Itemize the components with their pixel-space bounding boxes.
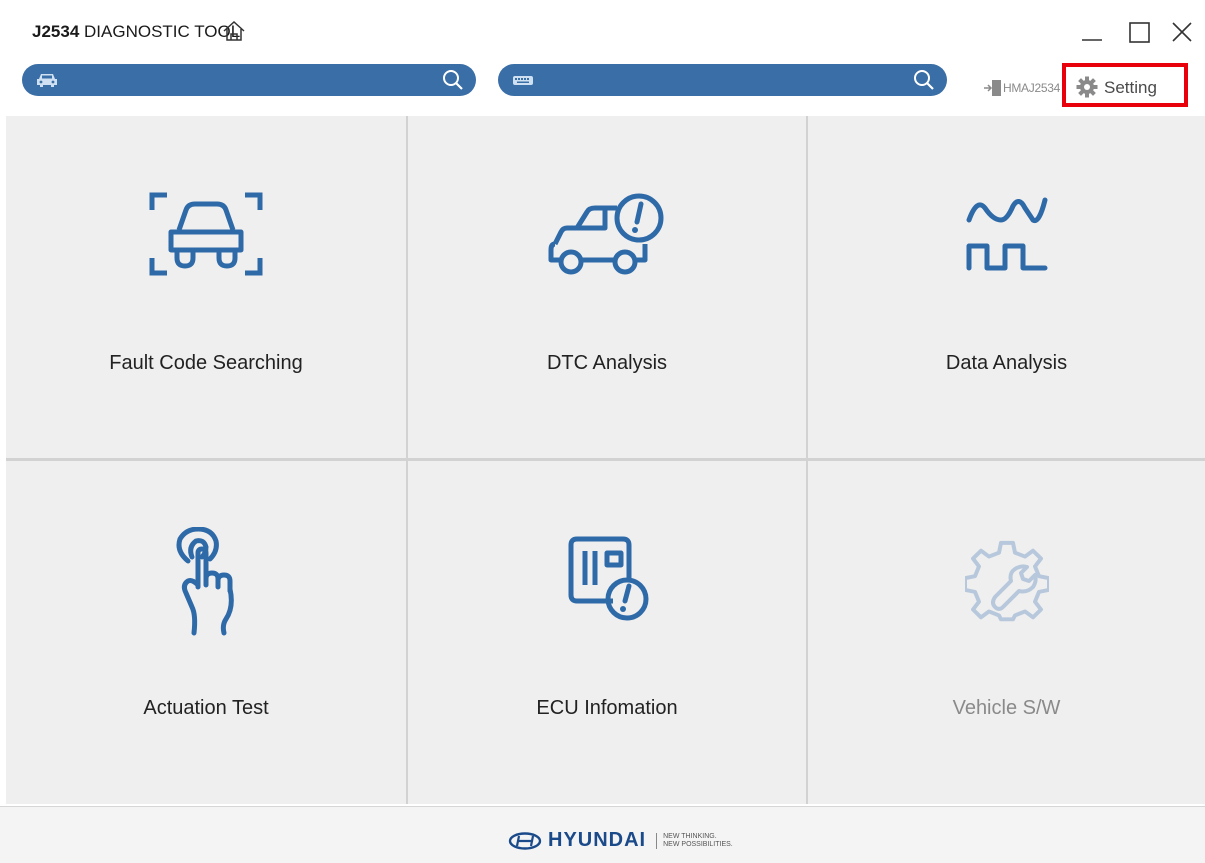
- app-title-rest: DIAGNOSTIC TOOL: [84, 22, 241, 41]
- close-icon[interactable]: [1168, 18, 1196, 46]
- hyundai-logo: HYUNDAI NEW THINKING. NEW POSSIBILITIES.: [508, 829, 733, 852]
- ecu-info-icon: [568, 536, 649, 621]
- tile-label: Actuation Test: [143, 697, 269, 719]
- connection-status[interactable]: HMAJ2534: [983, 77, 1060, 99]
- waveform-icon: [966, 197, 1047, 271]
- tile-label: Data Analysis: [945, 352, 1068, 374]
- tile-ecu-information[interactable]: ECU Infomation: [408, 461, 806, 804]
- setting-label: Setting: [1104, 78, 1157, 97]
- tile-label: ECU Infomation: [536, 697, 678, 719]
- tagline-line-1: NEW THINKING.: [663, 832, 717, 840]
- touch-finger-icon: [176, 527, 234, 636]
- car-warning-icon: [548, 193, 664, 275]
- brand-name: HYUNDAI: [548, 829, 647, 851]
- connection-label: HMAJ2534: [1003, 81, 1060, 95]
- vehicle-search-bar[interactable]: [22, 64, 476, 96]
- tile-label: Vehicle S/W: [952, 697, 1061, 719]
- tile-label: DTC Analysis: [546, 352, 668, 374]
- app-title-bold: J2534: [32, 22, 80, 41]
- title-bar: J2534 DIAGNOSTIC TOOL: [0, 0, 1205, 60]
- keyboard-icon: [513, 76, 533, 85]
- hyundai-emblem-icon: [508, 831, 542, 850]
- minimize-icon[interactable]: [1078, 18, 1106, 46]
- vehicle-search-input[interactable]: [74, 68, 438, 94]
- footer: HYUNDAI NEW THINKING. NEW POSSIBILITIES.: [0, 806, 1205, 863]
- car-icon: [37, 74, 57, 87]
- brand-tagline: NEW THINKING. NEW POSSIBILITIES.: [656, 832, 733, 849]
- tile-label: Fault Code Searching: [109, 352, 303, 374]
- maximize-icon[interactable]: [1126, 18, 1154, 46]
- tagline-line-2: NEW POSSIBILITIES.: [663, 840, 733, 848]
- setting-button[interactable]: Setting: [1062, 63, 1188, 107]
- gear-wrench-icon: [964, 540, 1049, 622]
- tile-dtc-analysis[interactable]: DTC Analysis: [408, 116, 806, 458]
- dtc-search-bar[interactable]: [498, 64, 947, 96]
- device-connect-icon: [984, 80, 1001, 96]
- search-icon[interactable]: [442, 69, 464, 91]
- tile-actuation-test[interactable]: Actuation Test: [6, 461, 406, 804]
- tile-vehicle-sw[interactable]: Vehicle S/W: [808, 461, 1205, 804]
- search-icon[interactable]: [913, 69, 935, 91]
- function-grid: Fault Code Searching DTC Analysis Data A…: [6, 116, 1205, 804]
- dtc-search-input[interactable]: [550, 68, 909, 94]
- home-icon[interactable]: [222, 20, 246, 42]
- tile-data-analysis[interactable]: Data Analysis: [808, 116, 1205, 458]
- gear-icon: [1076, 76, 1098, 98]
- car-scan-icon: [149, 192, 263, 276]
- tile-fault-code-searching[interactable]: Fault Code Searching: [6, 116, 406, 458]
- app-title: J2534 DIAGNOSTIC TOOL: [32, 22, 240, 42]
